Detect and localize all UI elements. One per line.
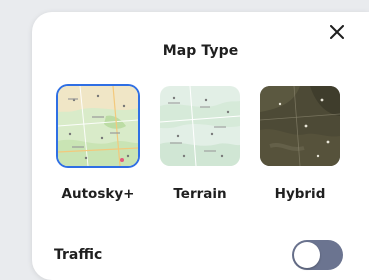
map-type-hybrid-label: Hybrid: [274, 186, 326, 202]
map-type-autosky-label: Autosky+: [61, 186, 135, 202]
terrain-map-thumbnail: [160, 86, 240, 166]
traffic-label: Traffic: [54, 247, 103, 263]
dialog-title: Map Type: [162, 43, 239, 59]
traffic-toggle[interactable]: [292, 240, 343, 270]
map-type-terrain-label: Terrain: [173, 186, 227, 202]
hybrid-map-thumbnail: [260, 86, 340, 166]
close-button[interactable]: [325, 20, 349, 44]
screen: Map Type Autosky+ Terrain Hybrid Traffic: [0, 0, 369, 280]
traffic-toggle-knob: [294, 242, 320, 268]
autosky-map-thumbnail: [58, 86, 138, 166]
close-icon: [330, 25, 344, 39]
map-type-dialog: Map Type Autosky+ Terrain Hybrid Traffic: [32, 12, 369, 280]
map-type-hybrid-tile[interactable]: [260, 86, 340, 166]
map-type-terrain-tile[interactable]: [160, 86, 240, 166]
map-type-autosky-tile[interactable]: [58, 86, 138, 166]
